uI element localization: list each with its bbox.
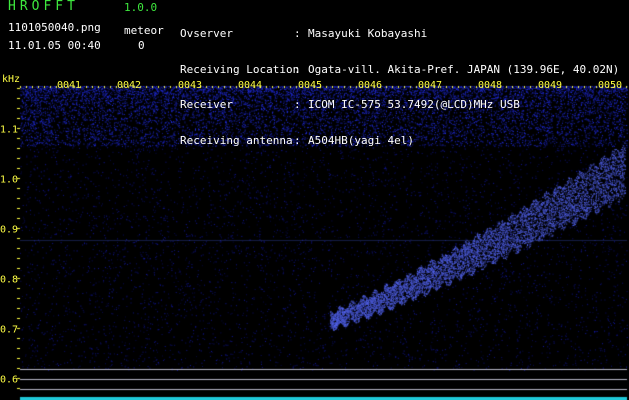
info-sep: : [294, 27, 301, 40]
info-row-location: Receiving Location: Ogata-vill. Akita-Pre… [180, 62, 620, 76]
y-tick: 0.9 [0, 224, 19, 236]
y-tick: 0.6 [0, 374, 19, 386]
x-tick: 0048 [477, 80, 503, 91]
info-key: Receiving antenna [180, 133, 293, 147]
info-value: ICOM IC-575 53.7492(@LCD)MHz USB [308, 98, 520, 112]
info-row-receiver: Receiver: ICOM IC-575 53.7492(@LCD)MHz US… [180, 99, 619, 111]
info-row-antenna: Receiving antenna: A504HB(yagi 4el) [180, 133, 619, 147]
info-sep: : [294, 133, 301, 147]
x-tick: 0044 [237, 80, 263, 91]
x-tick: 0041 [56, 80, 82, 91]
y-tick: 0.8 [0, 274, 19, 286]
x-tick: 0047 [417, 80, 443, 91]
x-tick: 0050 [597, 80, 623, 91]
meteor-count: 0 [138, 39, 145, 52]
x-tick: 0043 [177, 80, 203, 91]
info-value: Masayuki Kobayashi [308, 27, 428, 40]
y-tick: 1.1 [0, 124, 19, 136]
y-tick: 1.0 [0, 174, 19, 186]
date-time: 11.01.05 00:40 [8, 39, 101, 52]
info-key: Receiver [180, 98, 233, 112]
info-sep: : [294, 98, 301, 112]
x-tick: 0046 [357, 80, 383, 91]
info-value: Ogata-vill. Akita-Pref. JAPAN (139.96E, … [308, 62, 620, 76]
x-tick: 0042 [116, 80, 142, 91]
app-title: HROFFT [8, 0, 79, 14]
y-tick: 0.7 [0, 324, 19, 336]
x-tick: 0045 [297, 80, 323, 91]
info-sep: : [294, 62, 301, 76]
file-name: 1101050040.png [8, 21, 101, 34]
info-row-observer: Ovserver: Masayuki Kobayashi [180, 28, 619, 40]
x-tick: 0049 [537, 80, 563, 91]
info-key: Ovserver [180, 27, 233, 40]
info-key: Receiving Location [180, 62, 300, 76]
info-value: A504HB(yagi 4el) [308, 133, 414, 147]
app-version: 1.0.0 [124, 1, 158, 14]
meteor-label: meteor [124, 24, 164, 37]
y-axis-unit: kHz [2, 74, 21, 85]
